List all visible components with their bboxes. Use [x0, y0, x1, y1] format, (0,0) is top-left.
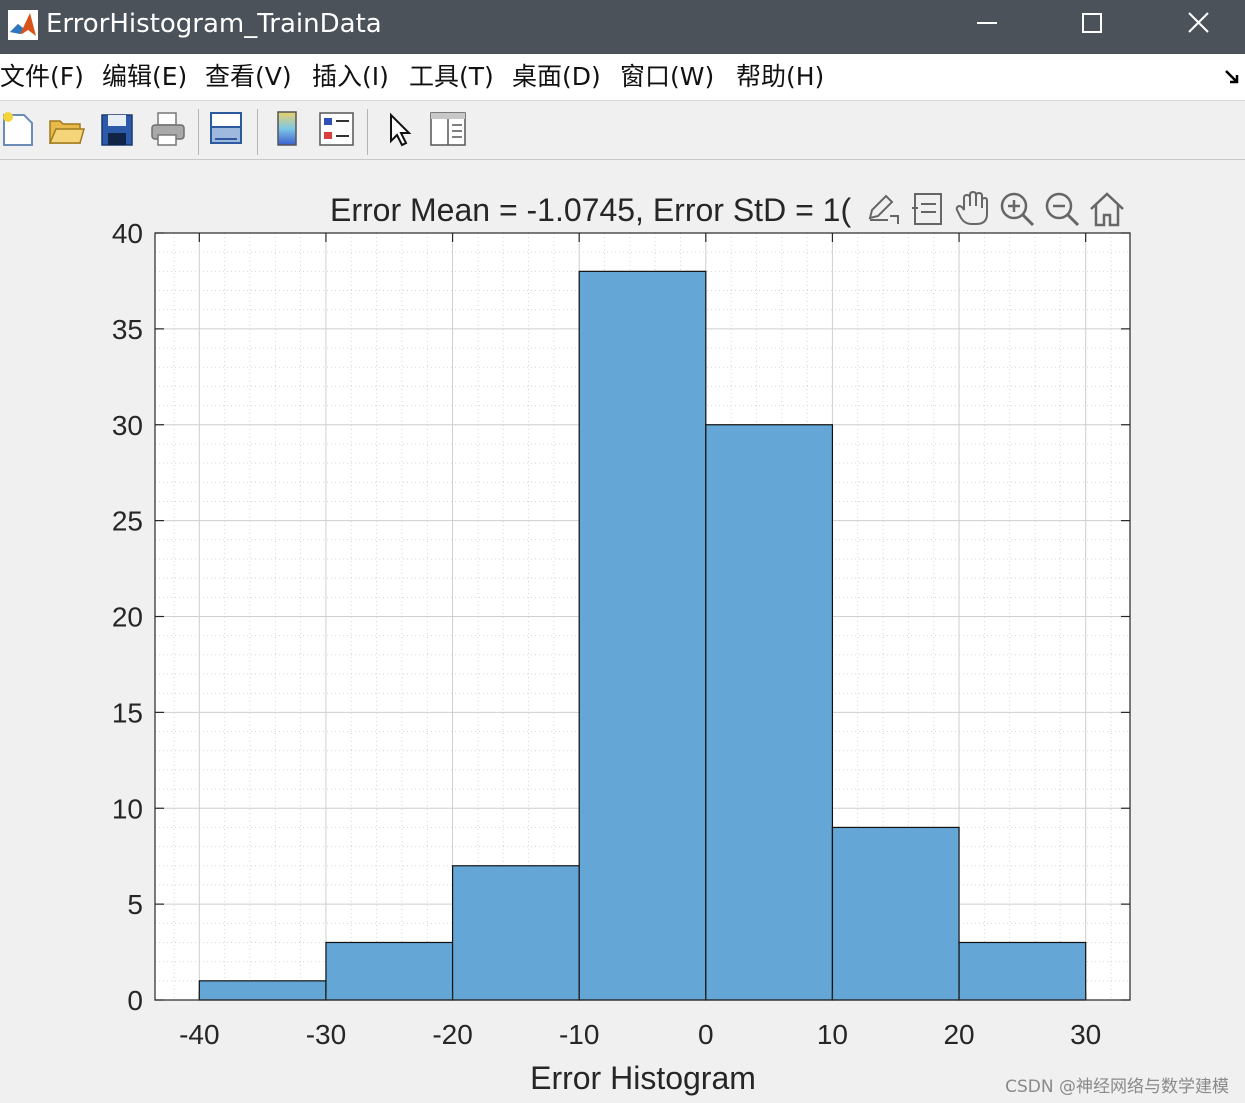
histogram-bar [831, 826, 960, 1001]
colorbar-icon[interactable] [268, 109, 308, 149]
menu-window[interactable]: 窗口(W) [620, 62, 714, 92]
x-tick-label: 30 [1070, 1019, 1101, 1050]
export-icon[interactable] [864, 190, 902, 228]
histogram-bar [198, 980, 327, 1001]
title-bar: ErrorHistogram_TrainData [0, 0, 1245, 54]
x-tick-label: 0 [698, 1019, 714, 1050]
toolbar-separator [367, 109, 368, 155]
figure-toolbar [0, 100, 1245, 160]
maximize-icon[interactable] [1057, 0, 1127, 46]
home-icon[interactable] [1088, 190, 1126, 228]
menu-tools[interactable]: 工具(T) [409, 62, 494, 92]
edit-plot-icon[interactable] [379, 109, 419, 149]
y-tick-label: 15 [112, 697, 143, 728]
y-tick-label: 0 [127, 985, 143, 1016]
link-plot-icon[interactable] [207, 109, 247, 149]
y-tick-label: 10 [112, 793, 143, 824]
y-tick-label: 25 [112, 506, 143, 537]
open-file-icon[interactable] [46, 109, 86, 149]
new-figure-icon[interactable] [0, 109, 40, 149]
x-axis-label: Error Histogram [530, 1060, 756, 1096]
zoom-in-icon[interactable] [998, 190, 1036, 228]
histogram-bar [958, 941, 1087, 1001]
x-tick-label: 20 [943, 1019, 974, 1050]
menu-view[interactable]: 查看(V) [205, 62, 292, 92]
histogram-chart: -40 -30 -20 -10 0 10 20 30 0 5 10 15 20 25 30 35 40 Erro… [112, 192, 1131, 1096]
zoom-out-icon[interactable] [1043, 190, 1081, 228]
save-icon[interactable] [98, 109, 138, 149]
menu-desktop[interactable]: 桌面(D) [512, 62, 601, 92]
histogram-bar [451, 865, 580, 1001]
dock-arrow-icon[interactable] [1223, 68, 1241, 86]
y-tick-label: 35 [112, 314, 143, 345]
watermark: CSDN @神经网络与数学建模 [1005, 1077, 1229, 1097]
x-tick-label: -10 [559, 1019, 599, 1050]
menu-help[interactable]: 帮助(H) [736, 62, 824, 92]
y-tick-label: 40 [112, 218, 143, 249]
menu-insert[interactable]: 插入(I) [312, 62, 389, 92]
x-tick-label: -30 [306, 1019, 346, 1050]
y-tick-label: 30 [112, 410, 143, 441]
histogram-bar [578, 270, 707, 1001]
histogram-bar [705, 424, 834, 1001]
print-icon[interactable] [148, 109, 188, 149]
x-tick-label: -40 [179, 1019, 219, 1050]
x-tick-label: 10 [817, 1019, 848, 1050]
histogram-bar [325, 941, 454, 1001]
menu-bar: 文件(F) 编辑(E) 查看(V) 插入(I) 工具(T) 桌面(D) 窗口(W… [0, 54, 1245, 100]
minimize-icon[interactable] [952, 0, 1022, 46]
close-icon[interactable] [1163, 0, 1233, 46]
menu-file[interactable]: 文件(F) [0, 62, 84, 92]
property-inspector-icon[interactable] [428, 109, 468, 149]
y-tick-label: 5 [127, 889, 143, 920]
toolbar-separator [198, 109, 199, 155]
toolbar-separator [257, 109, 258, 155]
chart-title: Error Mean = -1.0745, Error StD = 1( [330, 192, 851, 228]
x-tick-label: -20 [432, 1019, 472, 1050]
pan-icon[interactable] [954, 190, 992, 228]
matlab-icon [8, 10, 38, 40]
window-title: ErrorHistogram_TrainData [46, 9, 382, 39]
y-tick-label: 20 [112, 602, 143, 633]
figure-canvas: -40 -30 -20 -10 0 10 20 30 0 5 10 15 20 25 30 35 40 Erro… [0, 160, 1245, 1103]
legend-icon[interactable] [317, 109, 357, 149]
data-tips-icon[interactable] [910, 190, 948, 228]
menu-edit[interactable]: 编辑(E) [102, 62, 187, 92]
